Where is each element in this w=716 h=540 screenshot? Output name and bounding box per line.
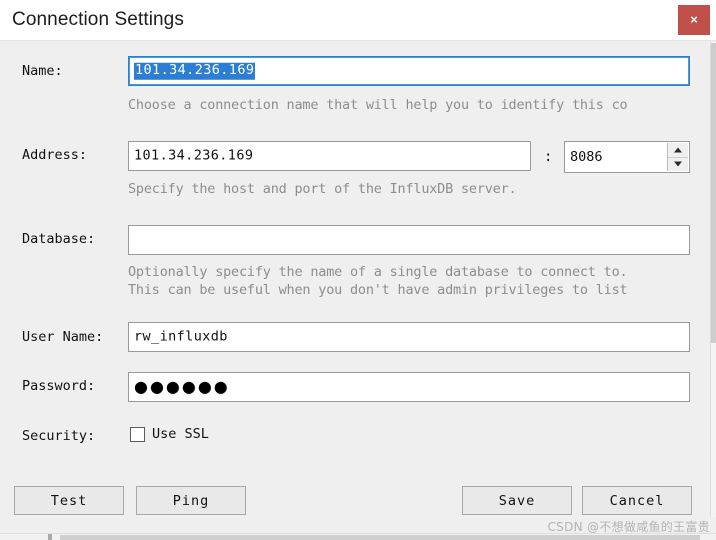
name-hint: Choose a connection name that will help …	[128, 97, 628, 113]
username-label: User Name:	[22, 329, 104, 345]
database-label: Database:	[22, 231, 96, 247]
port-stepper-buttons	[667, 143, 688, 171]
address-hint: Specify the host and port of the InfluxD…	[128, 181, 517, 197]
password-input[interactable]: ●●●●●●	[128, 372, 690, 402]
name-input[interactable]: 101.34.236.169	[128, 56, 690, 86]
database-hint-line1: Optionally specify the name of a single …	[128, 264, 628, 280]
test-button[interactable]: Test	[14, 486, 124, 515]
titlebar: Connection Settings ×	[0, 0, 716, 41]
password-input-value: ●●●●●●	[134, 377, 230, 396]
horizontal-scrollbar-thumb[interactable]	[60, 535, 700, 540]
username-input-value: rw_influxdb	[134, 328, 228, 345]
chevron-down-icon[interactable]	[668, 157, 688, 171]
address-input-value: 101.34.236.169	[134, 147, 254, 164]
connection-settings-dialog: Connection Settings × Name: 101.34.236.1…	[0, 0, 716, 540]
checkbox-box-icon	[130, 426, 145, 442]
close-icon[interactable]: ×	[678, 5, 710, 35]
use-ssl-checkbox[interactable]: Use SSL	[130, 426, 209, 442]
save-button[interactable]: Save	[462, 486, 572, 515]
watermark: CSDN @不想做咸鱼的王富贵	[547, 520, 710, 534]
password-label: Password:	[22, 378, 96, 394]
address-input[interactable]: 101.34.236.169	[128, 141, 531, 171]
port-value: 8086	[570, 149, 603, 165]
port-stepper[interactable]: 8086	[564, 141, 690, 173]
use-ssl-label: Use SSL	[152, 426, 209, 442]
window-title: Connection Settings	[12, 9, 184, 30]
database-hint-line2: This can be useful when you don't have a…	[128, 282, 628, 298]
vertical-scrollbar[interactable]	[710, 41, 716, 517]
address-port-separator: :	[544, 149, 553, 165]
chevron-up-icon[interactable]	[668, 143, 688, 158]
horizontal-scrollbar-cap	[48, 534, 52, 540]
cancel-button[interactable]: Cancel	[582, 486, 692, 515]
username-input[interactable]: rw_influxdb	[128, 322, 690, 352]
name-input-value: 101.34.236.169	[134, 61, 256, 80]
dialog-body: Name: 101.34.236.169 Choose a connection…	[0, 41, 716, 540]
database-input[interactable]	[128, 225, 690, 255]
ping-button[interactable]: Ping	[136, 486, 246, 515]
address-label: Address:	[22, 147, 88, 163]
vertical-scrollbar-thumb[interactable]	[711, 43, 716, 343]
security-label: Security:	[22, 428, 96, 444]
name-label: Name:	[22, 63, 63, 79]
